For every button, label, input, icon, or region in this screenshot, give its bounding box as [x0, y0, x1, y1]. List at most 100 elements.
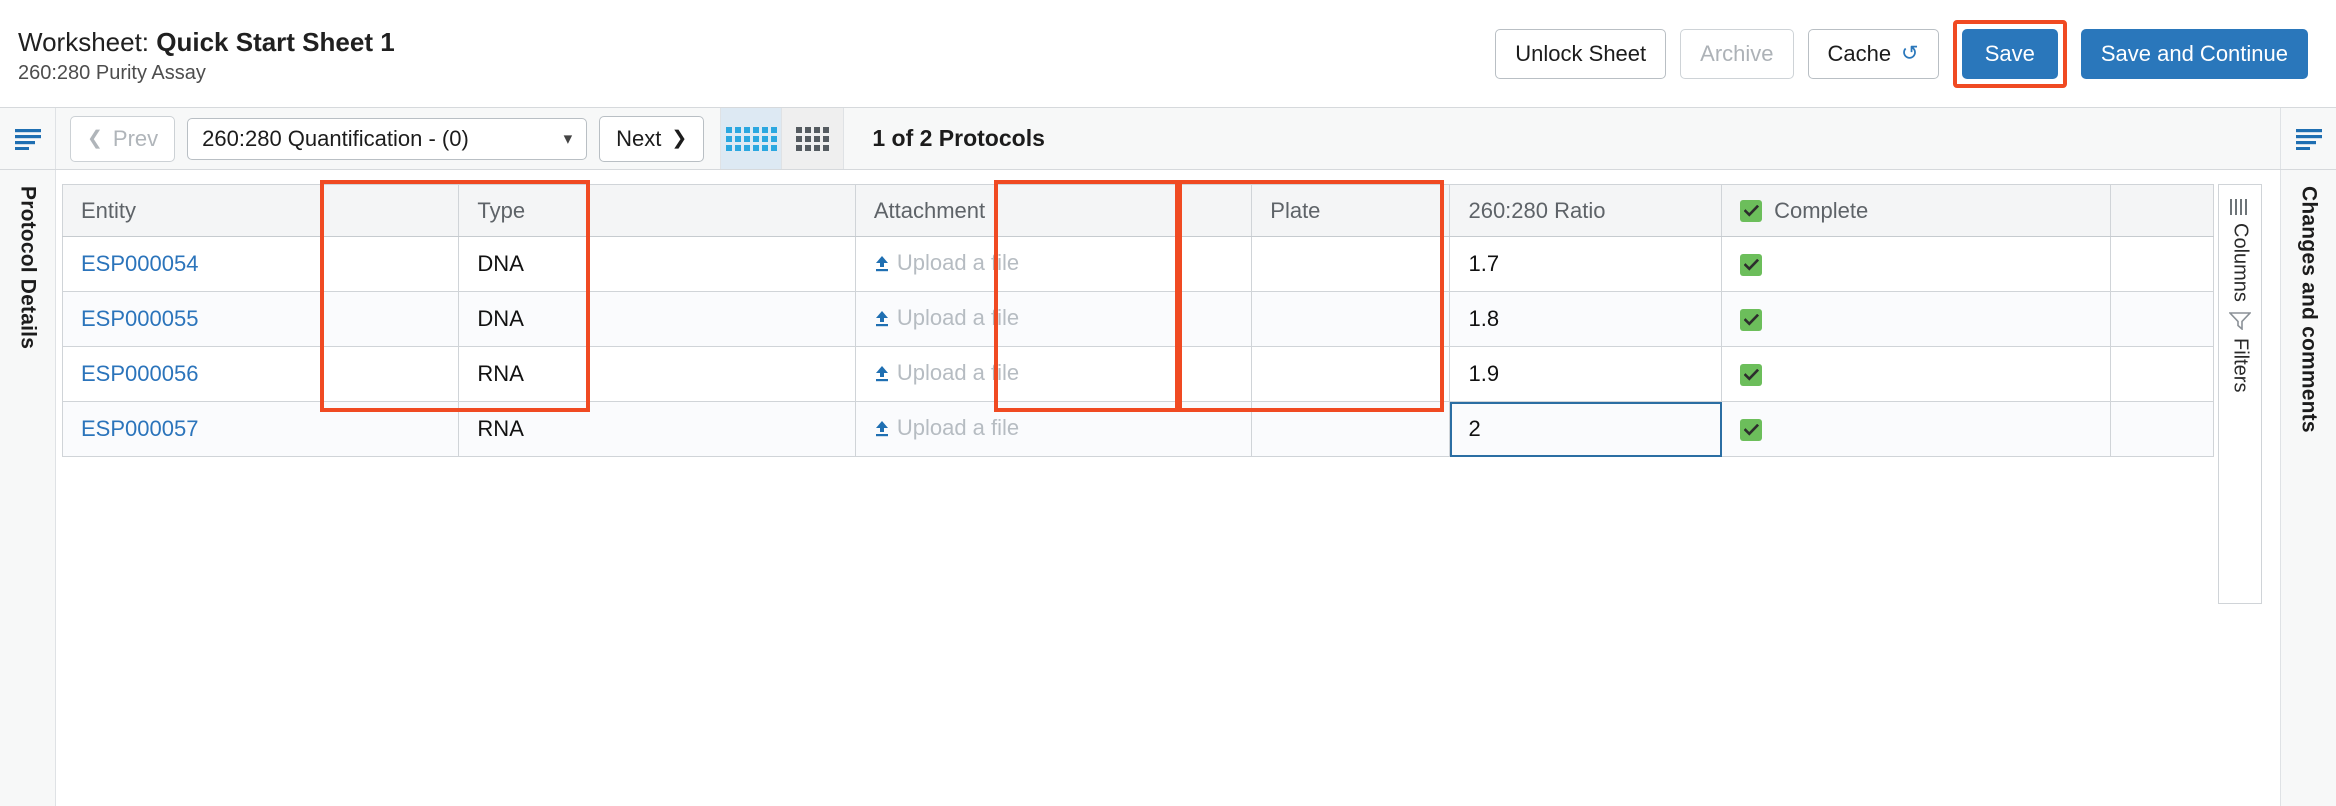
complete-checkbox[interactable] — [1740, 364, 1763, 386]
entity-link[interactable]: ESP000054 — [81, 251, 198, 276]
cell-value: 1.7 — [1468, 251, 1500, 276]
table-header: Entity Type Attachment Plate 260:280 Rat… — [61, 184, 2214, 237]
entity-link[interactable]: ESP000056 — [81, 361, 198, 386]
filters-button[interactable]: Filters — [2229, 312, 2252, 392]
cell-complete[interactable] — [1721, 346, 2112, 402]
cell-plate[interactable] — [1251, 401, 1451, 457]
columns-button[interactable]: Columns — [2229, 199, 2252, 302]
sheet-grid-container: Entity Type Attachment Plate 260:280 Rat… — [56, 170, 2280, 806]
cell-entity[interactable]: ESP000055 — [61, 291, 460, 347]
cell-attachment[interactable]: Upload a file — [854, 236, 1253, 292]
check-icon — [1743, 369, 1759, 381]
view-toggle-compact[interactable] — [720, 108, 783, 169]
complete-checkbox[interactable] — [1740, 419, 1763, 441]
protocol-details-label: Protocol Details — [16, 186, 40, 350]
column-header-type[interactable]: Type — [458, 184, 856, 237]
changes-comments-label: Changes and comments — [2297, 186, 2321, 433]
upload-a-file-button[interactable]: Upload a file — [874, 360, 1019, 386]
cell-complete[interactable] — [1721, 236, 2112, 292]
cell-attachment[interactable]: Upload a file — [854, 291, 1253, 347]
cell-plate[interactable] — [1251, 236, 1451, 292]
cell-plate[interactable] — [1251, 346, 1451, 402]
entity-link[interactable]: ESP000055 — [81, 306, 198, 331]
table-body: ESP000054 DNA Upload a file 1.7 ESP00005… — [61, 236, 2214, 457]
column-label: Plate — [1270, 197, 1321, 223]
save-and-continue-button[interactable]: Save and Continue — [2080, 28, 2308, 79]
cell-complete[interactable] — [1721, 291, 2112, 347]
table-row[interactable]: ESP000054 DNA Upload a file 1.7 — [61, 236, 2214, 292]
view-toggle-dense[interactable] — [782, 108, 845, 169]
cell-type[interactable]: DNA — [458, 291, 856, 347]
cell-type[interactable]: DNA — [458, 236, 856, 292]
save-button[interactable]: Save — [1961, 28, 2058, 79]
columns-filters-panel: Columns Filters — [2218, 184, 2262, 604]
next-label: Next — [616, 125, 662, 151]
cell-spacer — [2110, 346, 2214, 402]
save-button-highlight: Save — [1952, 19, 2067, 88]
protocol-details-toggle-button[interactable] — [0, 108, 56, 169]
cell-ratio[interactable]: 1.9 — [1449, 346, 1723, 402]
upload-label: Upload a file — [896, 250, 1020, 276]
table-header-row: Entity Type Attachment Plate 260:280 Rat… — [61, 184, 2214, 237]
compact-grid-icon — [725, 126, 777, 151]
next-protocol-button[interactable]: Next ❯ — [599, 115, 705, 162]
columns-icon — [2230, 199, 2247, 215]
chevron-right-icon: ❯ — [671, 128, 688, 149]
cell-attachment[interactable]: Upload a file — [854, 401, 1253, 457]
archive-button[interactable]: Archive — [1680, 28, 1794, 79]
cell-value: RNA — [477, 416, 524, 441]
cache-label: Cache — [1827, 40, 1892, 66]
cell-value: 2 — [1468, 416, 1481, 441]
cell-value: 1.9 — [1468, 361, 1500, 386]
table-row[interactable]: ESP000056 RNA Upload a file 1.9 — [61, 346, 2214, 402]
complete-checkbox[interactable] — [1740, 254, 1763, 276]
changes-comments-toggle-button[interactable] — [2280, 108, 2336, 169]
cell-type[interactable]: RNA — [458, 401, 856, 457]
complete-all-checkbox[interactable] — [1740, 200, 1763, 222]
upload-a-file-button[interactable]: Upload a file — [874, 415, 1019, 441]
upload-icon — [874, 310, 890, 327]
cell-plate[interactable] — [1251, 291, 1451, 347]
column-label: 260:280 Ratio — [1468, 197, 1606, 223]
column-header-entity[interactable]: Entity — [61, 184, 460, 237]
cell-ratio[interactable]: 1.7 — [1449, 236, 1723, 292]
cell-complete[interactable] — [1721, 401, 2112, 457]
column-label: Attachment — [873, 197, 986, 223]
header-actions: Unlock Sheet Archive Cache ↻ Save Save a… — [1495, 19, 2308, 88]
upload-icon — [874, 255, 890, 272]
cell-type[interactable]: RNA — [458, 346, 856, 402]
cell-value: 1.8 — [1468, 306, 1500, 331]
column-header-plate[interactable]: Plate — [1251, 184, 1451, 237]
refresh-icon: ↻ — [1901, 42, 1919, 65]
cell-spacer — [2110, 291, 2214, 347]
column-header-attachment[interactable]: Attachment — [854, 184, 1253, 237]
right-sidebar[interactable]: Changes and comments — [2280, 170, 2336, 806]
upload-a-file-button[interactable]: Upload a file — [874, 305, 1019, 331]
cell-ratio-active[interactable]: 2 — [1449, 401, 1723, 457]
cache-button[interactable]: Cache ↻ — [1807, 28, 1939, 79]
left-sidebar[interactable]: Protocol Details — [0, 170, 56, 806]
protocol-select[interactable]: 260:280 Quantification - (0) ▾ — [187, 117, 588, 160]
dense-grid-icon — [796, 126, 830, 151]
table-row[interactable]: ESP000057 RNA Upload a file 2 — [61, 401, 2214, 457]
unlock-sheet-button[interactable]: Unlock Sheet — [1495, 28, 1667, 79]
columns-label: Columns — [2229, 223, 2252, 302]
column-label: Complete — [1774, 198, 1869, 223]
entity-link[interactable]: ESP000057 — [81, 416, 198, 441]
column-label: Type — [477, 197, 526, 223]
worksheet-name: Quick Start Sheet 1 — [156, 26, 395, 57]
protocol-select-value: 260:280 Quantification - (0) — [202, 125, 469, 151]
column-header-ratio[interactable]: 260:280 Ratio — [1449, 184, 1723, 237]
upload-label: Upload a file — [896, 415, 1020, 441]
cell-ratio[interactable]: 1.8 — [1449, 291, 1723, 347]
table-row[interactable]: ESP000055 DNA Upload a file 1.8 — [61, 291, 2214, 347]
cell-entity[interactable]: ESP000054 — [61, 236, 460, 292]
prev-protocol-button[interactable]: ❮ Prev — [70, 115, 176, 162]
upload-a-file-button[interactable]: Upload a file — [874, 250, 1019, 276]
cell-entity[interactable]: ESP000056 — [61, 346, 460, 402]
column-header-spacer — [2110, 184, 2214, 237]
cell-entity[interactable]: ESP000057 — [61, 401, 460, 457]
column-header-complete[interactable]: Complete — [1721, 184, 2112, 237]
complete-checkbox[interactable] — [1740, 309, 1763, 331]
cell-attachment[interactable]: Upload a file — [854, 346, 1253, 402]
